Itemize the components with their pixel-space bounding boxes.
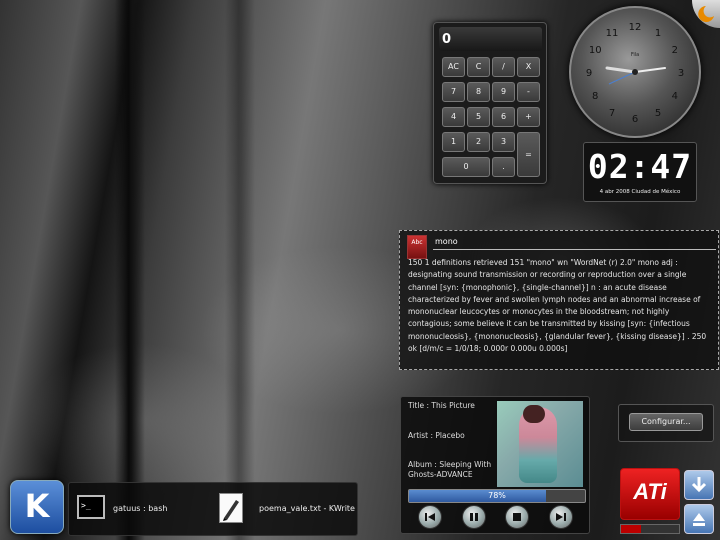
corner-widget[interactable] bbox=[692, 0, 720, 28]
ati-label: ATi bbox=[633, 479, 667, 504]
wallpaper-seam bbox=[115, 0, 145, 540]
calc-button-5[interactable]: 5 bbox=[467, 107, 490, 127]
wallpaper-seam bbox=[225, 0, 255, 540]
dictionary-search-input[interactable]: mono bbox=[433, 235, 716, 250]
track-title: Title : This Picture bbox=[408, 401, 475, 410]
clock-numeral: 3 bbox=[678, 68, 684, 79]
dictionary-result: 150 1 definitions retrieved 151 "mono" w… bbox=[408, 258, 707, 354]
eject-icon bbox=[693, 513, 705, 526]
calc-button-multiply[interactable]: X bbox=[517, 57, 540, 77]
calc-button-1[interactable]: 1 bbox=[442, 132, 465, 152]
clock-numeral: 6 bbox=[632, 114, 638, 125]
configure-button[interactable]: Configurar... bbox=[629, 413, 703, 431]
track-progress-bar[interactable]: 78% bbox=[408, 489, 586, 503]
digital-date: 4 abr 2008 Ciudad de México bbox=[599, 189, 681, 195]
hour-hand bbox=[605, 66, 637, 74]
pause-button[interactable] bbox=[462, 505, 486, 529]
pause-icon bbox=[470, 513, 478, 521]
calc-button-minus[interactable]: - bbox=[517, 82, 540, 102]
ati-usage-fill bbox=[621, 525, 642, 533]
stop-button[interactable] bbox=[505, 505, 529, 529]
task-kwrite[interactable]: poema_vale.txt - KWrite bbox=[213, 489, 355, 529]
clock-numeral: 10 bbox=[589, 45, 602, 56]
media-player: Title : This Picture Artist : Placebo Al… bbox=[400, 396, 590, 534]
task-label: gatuus : bash bbox=[113, 504, 168, 513]
terminal-icon: >_ bbox=[77, 495, 105, 519]
track-album: Album : Sleeping With Ghosts-ADVANCE bbox=[408, 460, 492, 479]
clock-brand: Fila bbox=[631, 52, 639, 58]
text-editor-icon bbox=[219, 493, 243, 523]
kde-logo-icon: K bbox=[24, 487, 50, 525]
clock-numeral: 5 bbox=[655, 108, 661, 119]
task-label: poema_vale.txt - KWrite bbox=[259, 504, 355, 513]
calc-button-0[interactable]: 0 bbox=[442, 157, 490, 177]
skip-forward-icon bbox=[556, 513, 566, 521]
clock-center bbox=[632, 69, 638, 75]
digital-time: 02:47 bbox=[587, 147, 693, 186]
minute-hand bbox=[634, 67, 666, 73]
calc-button-c[interactable]: C bbox=[467, 57, 490, 77]
calc-button-divide[interactable]: / bbox=[492, 57, 515, 77]
second-hand bbox=[608, 71, 636, 85]
calc-button-3[interactable]: 3 bbox=[492, 132, 515, 152]
calc-button-decimal[interactable]: . bbox=[492, 157, 515, 177]
ati-logo[interactable]: ATi bbox=[620, 468, 680, 520]
clock-numeral: 12 bbox=[629, 22, 642, 33]
calc-button-2[interactable]: 2 bbox=[467, 132, 490, 152]
config-widget: Configurar... bbox=[618, 404, 714, 442]
download-button[interactable] bbox=[684, 470, 714, 500]
clock-numeral: 7 bbox=[609, 108, 615, 119]
clock-numeral: 1 bbox=[655, 28, 661, 39]
dictionary-icon: Abc bbox=[407, 235, 427, 259]
calc-button-9[interactable]: 9 bbox=[492, 82, 515, 102]
clock-numeral: 11 bbox=[606, 28, 619, 39]
task-terminal[interactable]: >_ gatuus : bash bbox=[73, 489, 211, 529]
clock-numeral: 9 bbox=[586, 68, 592, 79]
ati-usage-bar bbox=[620, 524, 680, 534]
previous-button[interactable] bbox=[418, 505, 442, 529]
clock-numeral: 4 bbox=[672, 91, 678, 102]
clock-face: 12 12 3 45 6 78 9 10 11 Fila bbox=[586, 22, 684, 125]
calc-button-plus[interactable]: + bbox=[517, 107, 540, 127]
calc-button-6[interactable]: 6 bbox=[492, 107, 515, 127]
moon-icon bbox=[698, 6, 714, 22]
digital-clock: 02:47 4 abr 2008 Ciudad de México bbox=[583, 142, 697, 202]
eject-button[interactable] bbox=[684, 504, 714, 534]
dictionary-widget: Abc mono 150 1 definitions retrieved 151… bbox=[399, 230, 719, 370]
arrow-down-icon bbox=[691, 477, 707, 493]
clock-numeral: 2 bbox=[672, 45, 678, 56]
next-button[interactable] bbox=[549, 505, 573, 529]
calc-button-8[interactable]: 8 bbox=[467, 82, 490, 102]
skip-back-icon bbox=[425, 513, 435, 521]
taskbar: >_ gatuus : bash poema_vale.txt - KWrite bbox=[68, 482, 358, 536]
album-cover bbox=[497, 401, 583, 487]
track-progress-label: 78% bbox=[488, 491, 506, 500]
calc-button-ac[interactable]: AC bbox=[442, 57, 465, 77]
track-artist: Artist : Placebo bbox=[408, 431, 465, 440]
stop-icon bbox=[513, 513, 521, 521]
analog-clock: 12 1 2 3 4 5 6 7 8 9 10 11 Fila bbox=[569, 6, 701, 138]
k-menu-button[interactable]: K bbox=[10, 480, 64, 534]
calculator-widget: 0 AC C / X 7 8 9 - 4 5 6 + 1 2 3 = 0 . bbox=[433, 22, 547, 184]
calculator-display: 0 bbox=[439, 27, 542, 51]
calc-button-equals[interactable]: = bbox=[517, 132, 540, 177]
clock-numeral: 8 bbox=[592, 91, 598, 102]
calc-button-7[interactable]: 7 bbox=[442, 82, 465, 102]
calc-button-4[interactable]: 4 bbox=[442, 107, 465, 127]
